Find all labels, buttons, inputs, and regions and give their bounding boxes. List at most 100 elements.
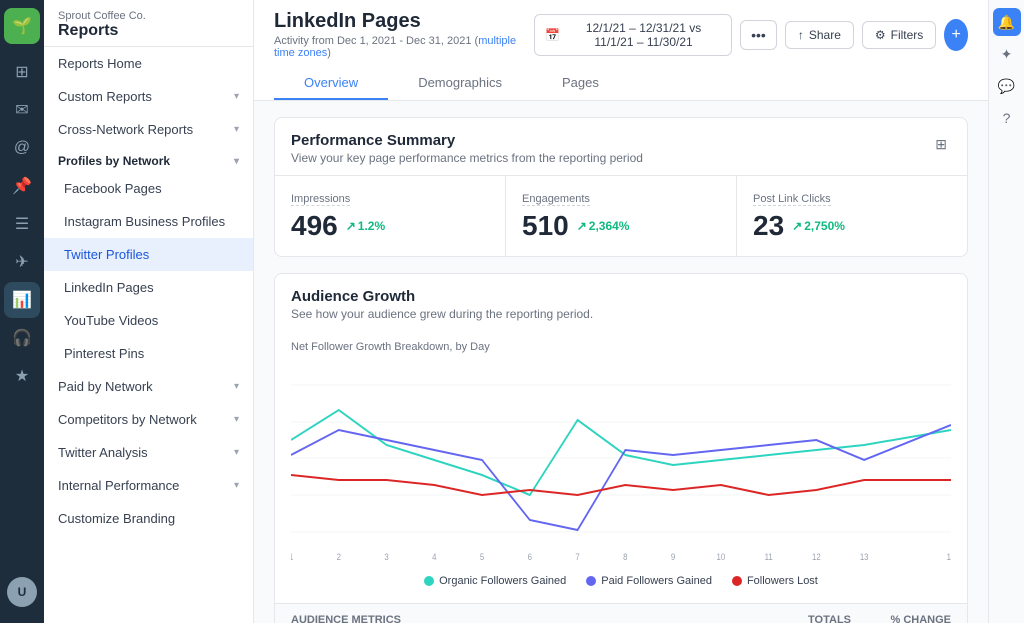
post-link-clicks-value: 23 ↗ 2,750% — [753, 210, 951, 242]
publish-icon[interactable]: ✈ — [4, 244, 40, 280]
help-icon[interactable]: ? — [993, 104, 1021, 132]
organic-label: Organic Followers Gained — [439, 575, 566, 587]
linkedin-pages-label: LinkedIn Pages — [64, 280, 154, 295]
metrics-table-header: Audience Metrics Totals % Change — [275, 604, 967, 623]
tab-overview[interactable]: Overview — [274, 67, 388, 100]
sidebar-item-custom-reports[interactable]: Custom Reports ▾ — [44, 80, 253, 113]
chevron-icon: ▾ — [234, 447, 239, 458]
chevron-icon: ▾ — [234, 156, 239, 167]
home-icon[interactable]: ⊞ — [4, 54, 40, 90]
engagements-value: 510 ↗ 2,364% — [522, 210, 720, 242]
impressions-label: Impressions — [291, 193, 350, 206]
sidebar: Sprout Coffee Co. Reports Reports Home C… — [44, 0, 254, 623]
twitter-profiles-label: Twitter Profiles — [64, 247, 149, 262]
svg-text:11: 11 — [765, 551, 773, 562]
legend-organic: Organic Followers Gained — [424, 575, 566, 587]
chart-area: Net Follower Growth Breakdown, by Day 60… — [275, 331, 967, 603]
paid-by-network-label: Paid by Network — [58, 379, 153, 394]
sidebar-item-facebook-pages[interactable]: Facebook Pages — [44, 172, 253, 205]
date-range-button[interactable]: 📅 12/1/21 – 12/31/21 vs 11/1/21 – 11/30/… — [534, 14, 732, 56]
sidebar-item-cross-network[interactable]: Cross-Network Reports ▾ — [44, 113, 253, 146]
chevron-icon: ▾ — [234, 414, 239, 425]
sidebar-item-paid-by-network[interactable]: Paid by Network ▾ — [44, 370, 253, 403]
svg-text:10: 10 — [717, 551, 726, 562]
sidebar-item-customize-branding[interactable]: Customize Branding — [44, 502, 253, 535]
col-pct-change: % Change — [851, 614, 951, 623]
create-button[interactable]: + — [944, 19, 968, 51]
sidebar-item-profiles-by-network[interactable]: Profiles by Network ▾ — [44, 146, 253, 172]
share-button[interactable]: ↑ Share — [785, 21, 854, 49]
sidebar-item-competitors-by-network[interactable]: Competitors by Network ▾ — [44, 403, 253, 436]
lost-label: Followers Lost — [747, 575, 818, 587]
svg-text:9: 9 — [671, 551, 676, 562]
svg-text:5: 5 — [480, 551, 485, 562]
tab-pages[interactable]: Pages — [532, 67, 629, 100]
profiles-by-network-label: Profiles by Network — [58, 154, 170, 168]
inbox-icon[interactable]: ✉ — [4, 92, 40, 128]
sidebar-item-linkedin-pages[interactable]: LinkedIn Pages — [44, 271, 253, 304]
chat-icon[interactable]: 💬 — [993, 72, 1021, 100]
svg-text:8: 8 — [623, 551, 628, 562]
line-chart-svg: 60 20 0 -20 1 Dec 2 3 — [291, 365, 951, 565]
pinterest-pins-label: Pinterest Pins — [64, 346, 144, 361]
chart-legend: Organic Followers Gained Paid Followers … — [291, 575, 951, 587]
header-actions: 📅 12/1/21 – 12/31/21 vs 11/1/21 – 11/30/… — [534, 14, 968, 56]
notification-icon[interactable]: 🔔 — [993, 8, 1021, 36]
organic-dot — [424, 576, 434, 586]
sidebar-item-twitter-profiles[interactable]: Twitter Profiles — [44, 238, 253, 271]
filter-icon: ⚙ — [875, 28, 886, 42]
twitter-analysis-label: Twitter Analysis — [58, 445, 148, 460]
feed-icon[interactable]: ☰ — [4, 206, 40, 242]
top-tabs: Overview Demographics Pages — [274, 67, 968, 100]
performance-grid: Impressions 496 ↗ 1.2% Engagements 510 ↗… — [275, 175, 967, 256]
mentions-icon[interactable]: @ — [4, 130, 40, 166]
youtube-videos-label: YouTube Videos — [64, 313, 158, 328]
paid-dot — [586, 576, 596, 586]
post-link-clicks-metric: Post Link Clicks 23 ↗ 2,750% — [737, 176, 967, 256]
filters-button[interactable]: ⚙ Filters — [862, 21, 936, 49]
sidebar-header: Sprout Coffee Co. Reports — [44, 0, 253, 47]
sidebar-item-reports-home[interactable]: Reports Home — [44, 47, 253, 80]
col-totals: Totals — [731, 614, 851, 623]
listen-icon[interactable]: 🎧 — [4, 320, 40, 356]
date-range-text: 12/1/21 – 12/31/21 vs 11/1/21 – 11/30/21 — [566, 21, 721, 49]
customize-branding-label: Customize Branding — [58, 511, 175, 526]
top-header: LinkedIn Pages Activity from Dec 1, 2021… — [254, 0, 988, 101]
audience-growth-title: Audience Growth — [291, 288, 593, 305]
grid-view-icon[interactable]: ⊞ — [931, 132, 951, 157]
custom-reports-label: Custom Reports — [58, 89, 152, 104]
legend-paid: Paid Followers Gained — [586, 575, 712, 587]
star-icon[interactable]: ★ — [4, 358, 40, 394]
analytics-icon[interactable]: 📊 — [4, 282, 40, 318]
svg-text:14: 14 — [947, 551, 951, 562]
user-avatar[interactable]: U — [7, 577, 37, 607]
tasks-icon[interactable]: 📌 — [4, 168, 40, 204]
svg-text:13: 13 — [860, 551, 869, 562]
sidebar-item-instagram-business[interactable]: Instagram Business Profiles — [44, 205, 253, 238]
performance-summary-title: Performance Summary — [291, 132, 643, 149]
engagements-change: ↗ 2,364% — [577, 219, 630, 233]
reports-home-label: Reports Home — [58, 56, 142, 71]
sidebar-item-youtube-videos[interactable]: YouTube Videos — [44, 304, 253, 337]
paid-label: Paid Followers Gained — [601, 575, 712, 587]
sidebar-section-title: Reports — [58, 22, 239, 40]
chevron-icon: ▾ — [234, 124, 239, 135]
tab-demographics[interactable]: Demographics — [388, 67, 532, 100]
lost-dot — [732, 576, 742, 586]
post-link-clicks-change: ↗ 2,750% — [792, 219, 845, 233]
audience-growth-card: Audience Growth See how your audience gr… — [274, 273, 968, 623]
legend-lost: Followers Lost — [732, 575, 818, 587]
audience-metrics-table: Audience Metrics Totals % Change followe… — [275, 603, 967, 623]
more-options-button[interactable]: ••• — [740, 20, 777, 50]
competitors-by-network-label: Competitors by Network — [58, 412, 197, 427]
impressions-value: 496 ↗ 1.2% — [291, 210, 489, 242]
svg-text:7: 7 — [575, 551, 580, 562]
facebook-pages-label: Facebook Pages — [64, 181, 162, 196]
sidebar-item-pinterest-pins[interactable]: Pinterest Pins — [44, 337, 253, 370]
post-link-clicks-label: Post Link Clicks — [753, 193, 831, 206]
cross-network-label: Cross-Network Reports — [58, 122, 193, 137]
sidebar-item-internal-performance[interactable]: Internal Performance ▾ — [44, 469, 253, 502]
svg-text:4: 4 — [432, 551, 437, 562]
sparkle-icon[interactable]: ✦ — [993, 40, 1021, 68]
sidebar-item-twitter-analysis[interactable]: Twitter Analysis ▾ — [44, 436, 253, 469]
